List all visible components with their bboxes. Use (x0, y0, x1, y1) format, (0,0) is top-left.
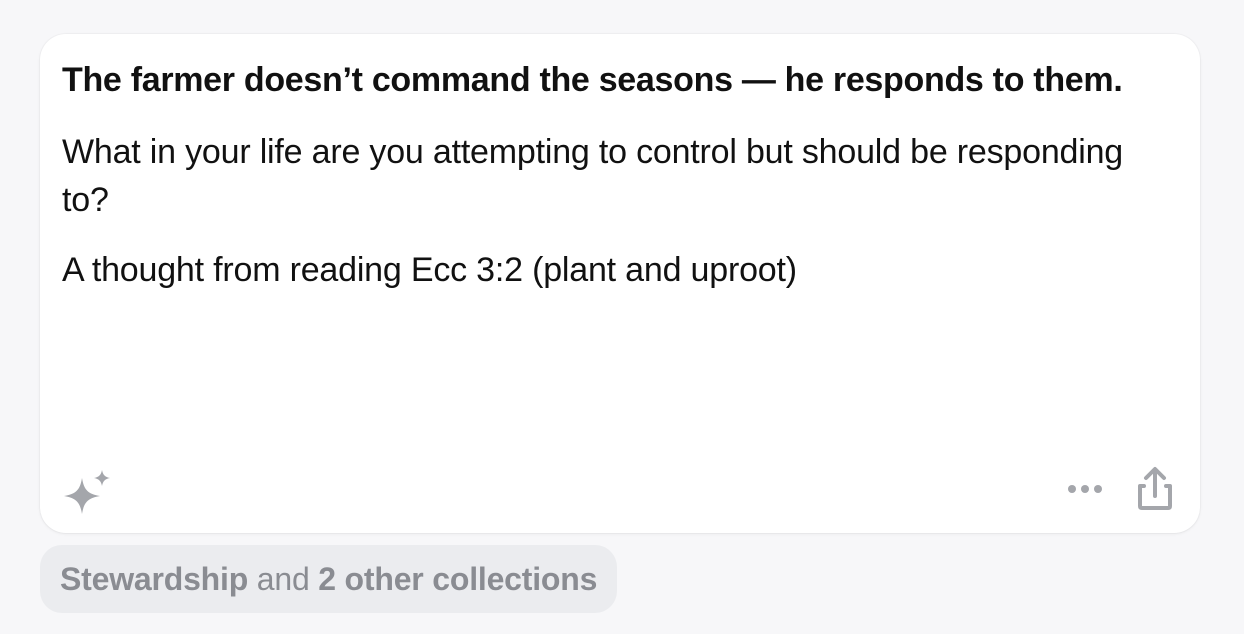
more-options-button[interactable] (1064, 474, 1106, 504)
ellipsis-icon (1068, 485, 1102, 493)
collection-others: 2 other collections (318, 560, 598, 597)
note-body: What in your life are you attempting to … (62, 133, 1124, 219)
note-title: The farmer doesn’t command the seasons —… (62, 61, 1123, 99)
sparkles-icon-graphic (64, 470, 110, 514)
collection-connector: and (248, 560, 319, 597)
collection-primary: Stewardship (60, 560, 249, 597)
sparkles-icon[interactable] (60, 470, 112, 516)
note-source: A thought from reading Ecc 3:2 (plant an… (62, 251, 797, 289)
note-card[interactable]: The farmer doesn’t command the seasons —… (40, 34, 1200, 533)
share-button[interactable] (1134, 466, 1176, 512)
share-icon (1138, 467, 1172, 510)
collections-pill[interactable]: Stewardship and 2 other collections (40, 545, 618, 613)
